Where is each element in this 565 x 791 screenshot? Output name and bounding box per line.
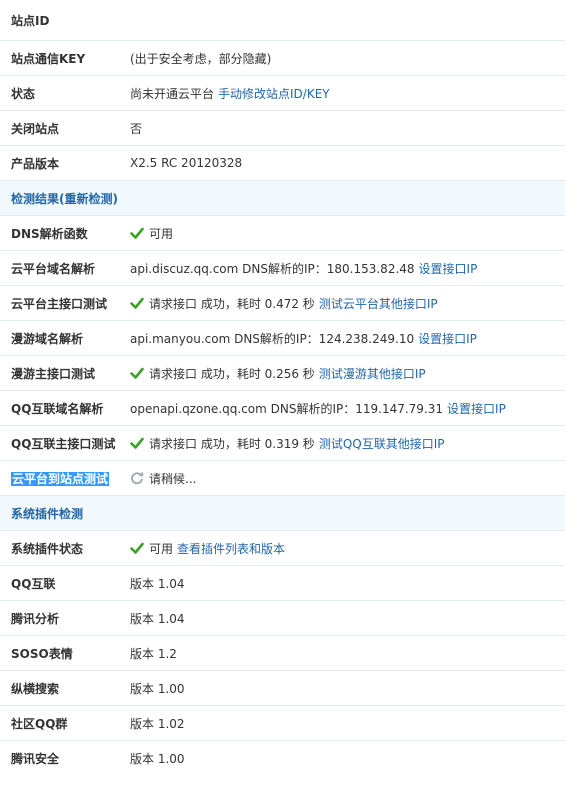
row-text: 请求接口 成功，耗时 0.472 秒 [149,296,315,311]
plugins-section-title: 系统插件检测 [11,506,84,521]
plugin-row: 纵横搜索 版本 1.00 [0,671,565,706]
plugin-row: 腾讯安全 版本 1.00 [0,741,565,776]
refresh-spinner-icon [131,472,144,485]
plugin-row: 腾讯分析 版本 1.04 [0,601,565,636]
qq-connect-main-api-row: QQ互联主接口测试 请求接口 成功，耗时 0.319 秒 测试QQ互联其他接口I… [0,426,565,461]
check-icon [130,437,144,449]
plugin-name: 腾讯安全 [11,752,60,766]
check-icon [130,542,144,554]
row-label: 漫游主接口测试 [11,366,96,381]
product-version-row: 产品版本 X2.5 RC 20120328 [0,146,565,181]
plugin-name: SOSO表情 [11,646,73,661]
cloud-main-api-row: 云平台主接口测试 请求接口 成功，耗时 0.472 秒 测试云平台其他接口IP [0,286,565,321]
manyou-main-api-row: 漫游主接口测试 请求接口 成功，耗时 0.256 秒 测试漫游其他接口IP [0,356,565,391]
row-value: 请稍候... [130,470,565,487]
plugin-name: QQ互联 [11,576,56,591]
product-version-value: X2.5 RC 20120328 [130,156,243,170]
row-text: 请求接口 成功，耗时 0.319 秒 [149,436,315,451]
row-label: 系统插件状态 [11,541,84,556]
plugin-version: 版本 1.04 [130,576,185,591]
plugin-row: SOSO表情 版本 1.2 [0,636,565,671]
close-site-label: 关闭站点 [11,121,60,136]
close-site-row: 关闭站点 否 [0,111,565,146]
plugin-row: QQ互联 版本 1.04 [0,566,565,601]
row-value: 可用 [130,225,565,242]
row-label: 云平台到站点测试 [0,470,130,487]
row-label: QQ互联域名解析 [11,401,104,416]
plugin-name: 腾讯分析 [11,611,60,626]
plugin-row: 社区QQ群 版本 1.02 [0,706,565,741]
set-interface-ip-link[interactable]: 设置接口IP [419,260,478,277]
qq-connect-domain-row: QQ互联域名解析 openapi.qzone.qq.com DNS解析的IP：1… [0,391,565,426]
set-interface-ip-link[interactable]: 设置接口IP [447,400,506,417]
row-label: DNS解析函数 [11,226,88,241]
plugin-version: 版本 1.00 [130,681,185,696]
row-label: QQ互联主接口测试 [11,436,116,451]
cloud-domain-row: 云平台域名解析 api.discuz.qq.com DNS解析的IP：180.1… [0,251,565,286]
row-text: 请求接口 成功，耗时 0.256 秒 [149,366,315,381]
row-text: 可用 [149,226,174,241]
test-qq-connect-other-ip-link[interactable]: 测试QQ互联其他接口IP [319,435,445,452]
row-text: api.manyou.com DNS解析的IP：124.238.249.10 [130,331,415,346]
modify-site-id-key-link[interactable]: 手动修改站点ID/KEY [218,85,330,102]
status-label: 状态 [11,86,36,101]
plugin-status-row: 系统插件状态 可用 查看插件列表和版本 [0,531,565,566]
check-icon [130,227,144,239]
row-label: 漫游域名解析 [11,331,84,346]
plugin-version: 版本 1.04 [130,611,185,626]
status-row: 状态 尚未开通云平台 手动修改站点ID/KEY [0,76,565,111]
view-plugin-list-link[interactable]: 查看插件列表和版本 [177,540,285,557]
row-value: openapi.qzone.qq.com DNS解析的IP：119.147.79… [130,400,565,417]
site-key-label: 站点通信KEY [11,51,86,66]
plugin-version: 版本 1.00 [130,752,185,766]
dns-function-row: DNS解析函数 可用 [0,216,565,251]
row-label: 云平台主接口测试 [11,296,108,311]
row-text: 请稍候... [149,471,197,486]
plugin-name: 纵横搜索 [11,681,60,696]
cloud-platform-diagnostics-panel: 站点ID 站点通信KEY (出于安全考虑，部分隐藏) 状态 尚未开通云平台 手动… [0,0,565,776]
plugin-version: 版本 1.2 [130,646,177,661]
row-text: openapi.qzone.qq.com DNS解析的IP：119.147.79… [130,401,444,416]
row-text: api.discuz.qq.com DNS解析的IP：180.153.82.48 [130,261,415,276]
plugin-version: 版本 1.02 [130,716,185,731]
status-value: 尚未开通云平台 [130,86,215,101]
row-label: 云平台域名解析 [11,261,96,276]
row-value: 请求接口 成功，耗时 0.256 秒 测试漫游其他接口IP [130,365,565,382]
set-interface-ip-link[interactable]: 设置接口IP [418,330,477,347]
close-site-value: 否 [130,121,143,136]
row-value: 可用 查看插件列表和版本 [130,540,565,557]
row-value: 请求接口 成功，耗时 0.472 秒 测试云平台其他接口IP [130,295,565,312]
row-value: api.discuz.qq.com DNS解析的IP：180.153.82.48… [130,260,565,277]
check-icon [130,297,144,309]
selected-label-text: 云平台到站点测试 [11,471,110,486]
row-value: api.manyou.com DNS解析的IP：124.238.249.10 设… [130,330,565,347]
site-key-value: (出于安全考虑，部分隐藏) [130,51,272,66]
test-cloud-other-ip-link[interactable]: 测试云平台其他接口IP [319,295,438,312]
site-id-row: 站点ID [0,0,565,41]
check-icon [130,367,144,379]
detection-section-header[interactable]: 检测结果(重新检测) [0,181,565,216]
manyou-domain-row: 漫游域名解析 api.manyou.com DNS解析的IP：124.238.2… [0,321,565,356]
cloud-to-site-row: 云平台到站点测试 请稍候... [0,461,565,496]
product-version-label: 产品版本 [11,156,60,171]
plugin-name: 社区QQ群 [11,716,68,731]
status-value-cell: 尚未开通云平台 手动修改站点ID/KEY [130,85,565,102]
row-text: 可用 [149,541,174,556]
detection-section-title[interactable]: 检测结果(重新检测) [11,190,118,207]
row-value: 请求接口 成功，耗时 0.319 秒 测试QQ互联其他接口IP [130,435,565,452]
plugins-section-header: 系统插件检测 [0,496,565,531]
site-key-row: 站点通信KEY (出于安全考虑，部分隐藏) [0,41,565,76]
test-manyou-other-ip-link[interactable]: 测试漫游其他接口IP [319,365,426,382]
site-id-label: 站点ID [11,13,50,28]
